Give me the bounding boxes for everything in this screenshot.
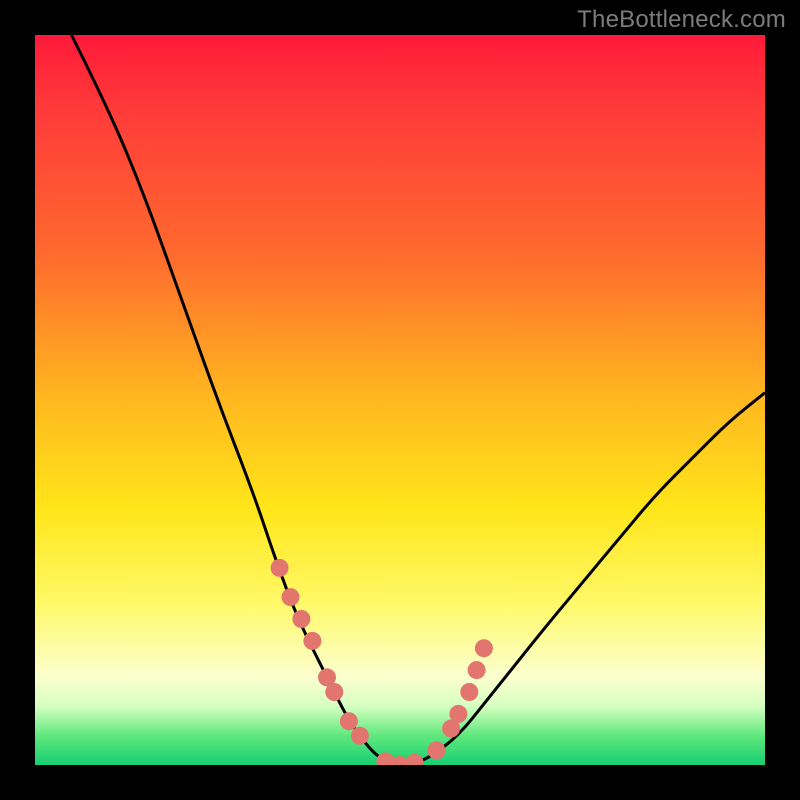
data-marker: [442, 720, 460, 738]
data-marker: [468, 661, 486, 679]
data-marker: [376, 752, 394, 765]
bottleneck-curve-svg: [35, 35, 765, 765]
bottleneck-curve: [72, 35, 766, 764]
data-marker: [460, 683, 478, 701]
data-marker: [449, 705, 467, 723]
data-marker: [318, 668, 336, 686]
data-marker: [282, 588, 300, 606]
data-marker: [340, 712, 358, 730]
data-marker: [271, 559, 289, 577]
data-marker: [428, 741, 446, 759]
data-marker: [325, 683, 343, 701]
data-marker: [406, 754, 424, 765]
chart-frame: TheBottleneck.com: [0, 0, 800, 800]
data-marker: [303, 632, 321, 650]
data-marker: [475, 639, 493, 657]
watermark-text: TheBottleneck.com: [577, 6, 786, 34]
data-marker: [391, 756, 409, 765]
data-marker: [292, 610, 310, 628]
marker-group: [271, 559, 493, 765]
plot-area: [35, 35, 765, 765]
curve-path-group: [72, 35, 766, 764]
data-marker: [351, 727, 369, 745]
